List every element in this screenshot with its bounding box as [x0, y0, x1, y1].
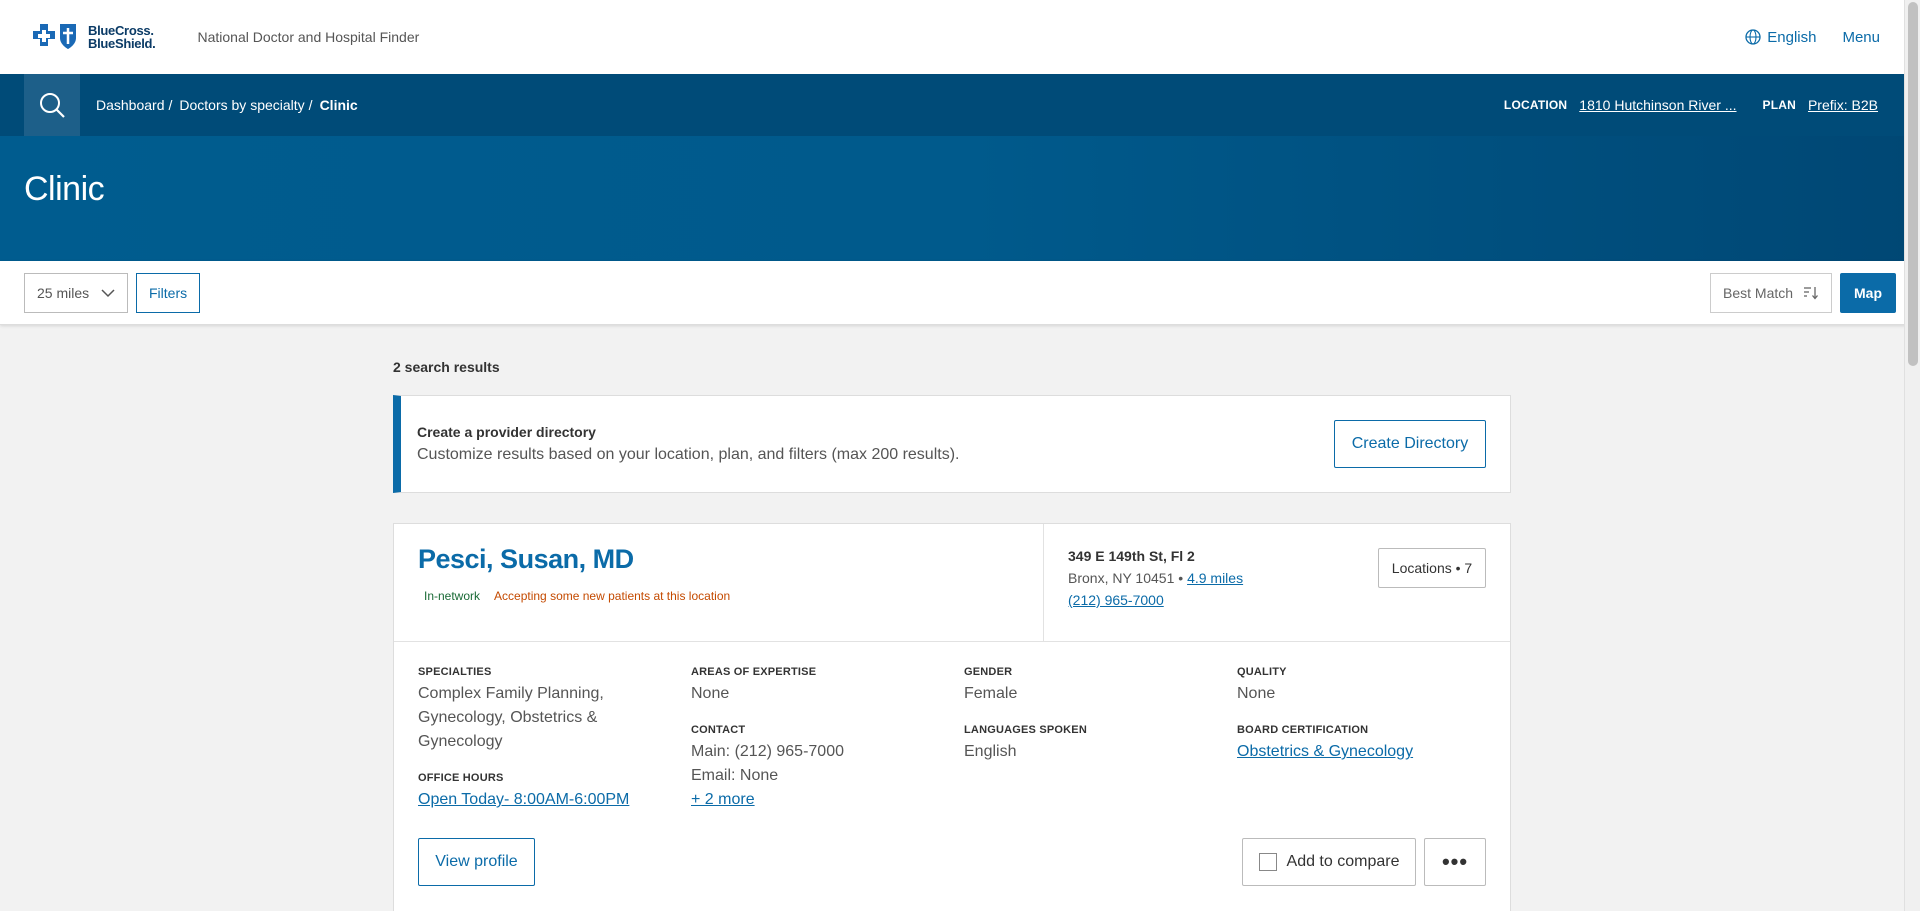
- breadcrumb-current: Clinic: [319, 97, 358, 113]
- gender-label: GENDER: [964, 666, 1013, 678]
- directory-title: Create a provider directory: [417, 424, 596, 440]
- page-scrollbar[interactable]: [1904, 0, 1920, 911]
- language-label: English: [1767, 28, 1817, 46]
- bcbs-logo[interactable]: BlueCross. BlueShield.: [32, 22, 156, 52]
- compare-checkbox[interactable]: [1258, 853, 1277, 871]
- breadcrumb-dashboard[interactable]: Dashboard: [96, 97, 165, 113]
- language-selector[interactable]: English: [1745, 29, 1816, 46]
- contact-label: CONTACT: [691, 724, 746, 736]
- filter-bar: 25 miles Filters Best Match Map: [0, 261, 1920, 325]
- in-network-badge: In-network: [424, 589, 481, 603]
- distance-value: 25 miles: [37, 284, 90, 301]
- provider-name-link[interactable]: Pesci, Susan, MD: [418, 544, 1019, 575]
- address-street: 349 E 149th St, Fl 2: [1068, 548, 1195, 564]
- distance-link[interactable]: 4.9 miles: [1187, 570, 1243, 586]
- provider-card: Pesci, Susan, MD In-network Accepting so…: [393, 523, 1511, 911]
- breadcrumb-separator: /: [308, 97, 313, 113]
- add-to-compare-button[interactable]: Add to compare: [1242, 838, 1416, 886]
- contact-more-link[interactable]: + 2 more: [691, 788, 964, 812]
- view-profile-button[interactable]: View profile: [418, 838, 535, 886]
- languages-label: LANGUAGES SPOKEN: [964, 724, 1087, 736]
- address-city: Bronx, NY 10451: [1068, 570, 1175, 586]
- locations-button[interactable]: Locations • 7: [1378, 548, 1486, 588]
- chevron-down-icon: [101, 288, 115, 297]
- add-to-compare-label: Add to compare: [1286, 853, 1400, 870]
- app-title: National Doctor and Hospital Finder: [197, 29, 420, 45]
- contact-email: Email: None: [691, 767, 779, 784]
- navbar: Dashboard / Doctors by specialty / Clini…: [0, 74, 1920, 136]
- gender-value: Female: [964, 685, 1018, 702]
- page-title: Clinic: [24, 170, 105, 208]
- accepting-patients-badge: Accepting some new patients at this loca…: [494, 589, 731, 603]
- board-certification-label: BOARD CERTIFICATION: [1237, 724, 1369, 736]
- top-header: BlueCross. BlueShield. National Doctor a…: [0, 0, 1920, 74]
- quality-label: QUALITY: [1237, 666, 1287, 678]
- quality-value: None: [1237, 685, 1276, 702]
- phone-link[interactable]: (212) 965-7000: [1068, 592, 1164, 608]
- breadcrumb-doctors-by-specialty[interactable]: Doctors by specialty: [179, 97, 304, 113]
- breadcrumb-separator: /: [168, 97, 173, 113]
- globe-icon: [1745, 29, 1761, 45]
- search-button[interactable]: [24, 74, 80, 136]
- contact-main: Main: (212) 965-7000: [691, 743, 844, 760]
- expertise-label: AREAS OF EXPERTISE: [691, 666, 817, 678]
- sort-value: Best Match: [1723, 284, 1794, 301]
- specialties-label: SPECIALTIES: [418, 666, 492, 678]
- location-label: LOCATION: [1503, 98, 1568, 112]
- provider-details: SPECIALTIES Complex Family Planning, Gyn…: [394, 642, 1510, 830]
- create-directory-button[interactable]: Create Directory: [1334, 420, 1486, 468]
- bcbs-cross-shield-icon: [33, 24, 76, 49]
- office-hours-label: OFFICE HOURS: [418, 772, 504, 784]
- directory-description: Customize results based on your location…: [417, 446, 960, 463]
- menu-link[interactable]: Menu: [1842, 29, 1880, 46]
- board-certification-link[interactable]: Obstetrics & Gynecology: [1237, 740, 1510, 764]
- office-hours-link[interactable]: Open Today- 8:00AM-6:00PM: [418, 788, 691, 812]
- languages-value: English: [964, 743, 1017, 760]
- plan-label: PLAN: [1762, 98, 1796, 112]
- more-options-button[interactable]: •••: [1424, 838, 1486, 886]
- location-link[interactable]: 1810 Hutchinson River ...: [1579, 97, 1736, 113]
- specialties-value: Complex Family Planning, Gynecology, Obs…: [418, 685, 604, 750]
- sort-icon: [1804, 286, 1818, 300]
- plan-link[interactable]: Prefix: B2B: [1808, 97, 1878, 113]
- hero-banner: Clinic: [0, 136, 1920, 261]
- create-directory-card: Create a provider directory Customize re…: [393, 395, 1511, 493]
- result-count: 2 search results: [393, 359, 500, 375]
- bullet-separator: •: [1178, 570, 1184, 586]
- distance-dropdown[interactable]: 25 miles: [24, 272, 128, 313]
- search-icon: [40, 93, 65, 118]
- scrollbar-thumb[interactable]: [1908, 2, 1918, 366]
- sort-dropdown[interactable]: Best Match: [1710, 272, 1832, 313]
- expertise-value: None: [691, 685, 730, 702]
- breadcrumb: Dashboard / Doctors by specialty / Clini…: [96, 97, 358, 113]
- logo-line2: BlueShield.: [88, 36, 156, 51]
- map-button[interactable]: Map: [1840, 272, 1896, 313]
- results-content: 2 search results Create a provider direc…: [393, 359, 1511, 911]
- filters-button[interactable]: Filters: [136, 272, 201, 313]
